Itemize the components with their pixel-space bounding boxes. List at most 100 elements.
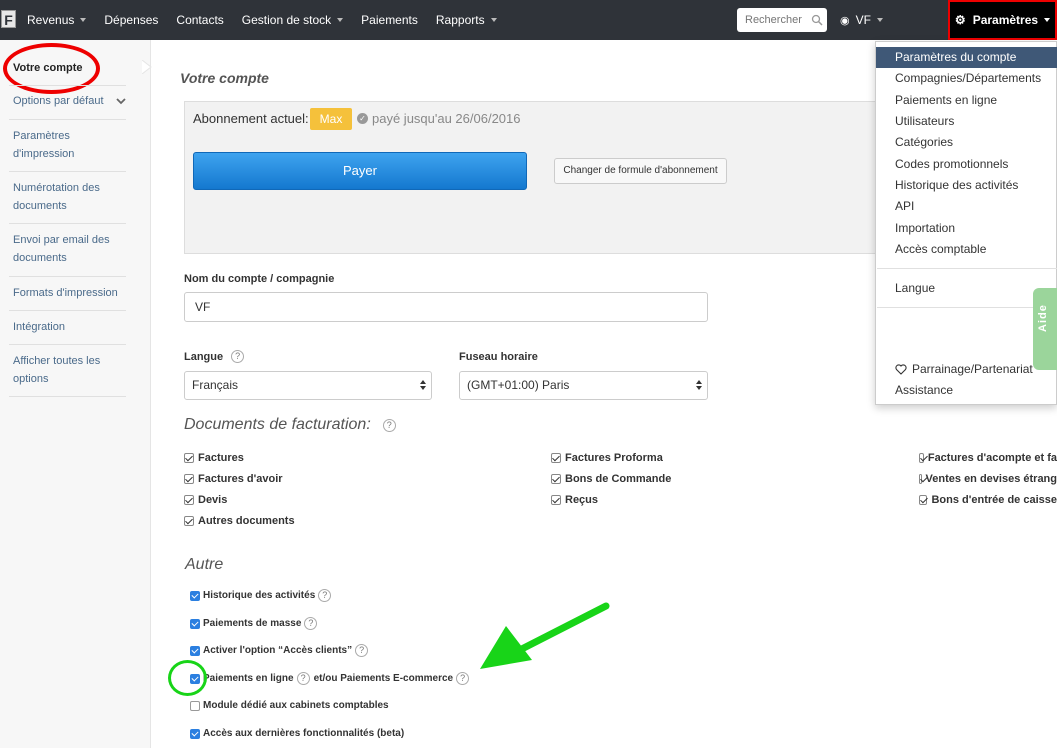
nav-contacts[interactable]: Contacts (167, 0, 232, 40)
menu-item-utilisateurs[interactable]: Utilisateurs (876, 111, 1057, 132)
checkbox-checked[interactable] (190, 618, 200, 629)
language-value: Français (192, 378, 239, 392)
checkbox-checked[interactable] (190, 590, 200, 601)
menu-item-langue[interactable]: Langue (876, 278, 1057, 299)
doc-checkbox[interactable]: Bons d'entrée de caisse (919, 494, 1057, 506)
menu-item-api[interactable]: API (876, 196, 1057, 217)
help-icon[interactable]: ? (382, 418, 396, 432)
menu-item-compagnies[interactable]: Compagnies/Départements (876, 68, 1057, 89)
help-icon[interactable]: ? (355, 644, 369, 657)
option-paiements-masse[interactable]: Paiements de masse? (190, 617, 318, 630)
menu-divider (877, 307, 1057, 308)
menu-item-parametres-compte[interactable]: Paramètres du compte (876, 47, 1057, 68)
option-acces-clients[interactable]: Activer l'option “Accès clients”? (190, 644, 369, 657)
doc-checkbox[interactable]: Factures Proforma (551, 452, 663, 464)
doc-checkbox[interactable]: Factures d'avoir (184, 473, 283, 485)
option-module-cabinets[interactable]: Module dédié aux cabinets comptables (190, 700, 389, 711)
help-icon[interactable]: ? (231, 350, 245, 363)
help-icon[interactable]: ? (456, 672, 470, 685)
doc-checkbox[interactable]: Autres documents (184, 515, 295, 527)
sidebar-item-impression[interactable]: Paramètres d'impression (13, 127, 126, 163)
doc-checkbox[interactable]: Bons de Commande (551, 473, 671, 485)
menu-item-categories[interactable]: Catégories (876, 132, 1057, 153)
doc-label: Reçus (565, 494, 599, 506)
checkbox[interactable] (551, 474, 561, 484)
checkbox[interactable] (184, 453, 194, 463)
menu-item-paiements-en-ligne[interactable]: Paiements en ligne (876, 90, 1057, 111)
nav-depenses[interactable]: Dépenses (95, 0, 167, 40)
paid-until: ✓ payé jusqu'au 26/06/2016 (357, 111, 521, 126)
doc-label: Ventes en devises étrang (925, 473, 1057, 485)
paid-until-text: payé jusqu'au 26/06/2016 (372, 111, 521, 126)
search-icon[interactable] (811, 14, 823, 26)
change-plan-button[interactable]: Changer de formule d'abonnement (554, 158, 727, 184)
option-beta[interactable]: Accès aux dernières fonctionnalités (bet… (190, 728, 404, 739)
menu-item-assistance[interactable]: Assistance (876, 380, 1057, 401)
search-box (737, 8, 827, 32)
app-logo[interactable]: F (1, 10, 16, 28)
annotation-green-circle (168, 660, 207, 696)
sidebar-item-toutes-options[interactable]: Afficher toutes les options (13, 352, 126, 388)
search-input[interactable] (745, 14, 813, 26)
sidebar-item-options-defaut[interactable]: Options par défaut (13, 92, 126, 110)
doc-checkbox[interactable]: Factures (184, 452, 244, 464)
doc-checkbox[interactable]: Ventes en devises étrang (919, 473, 1057, 485)
nav-label: Rapports (435, 13, 485, 27)
nav-gestion-stock[interactable]: Gestion de stock (233, 0, 352, 40)
top-navbar: F Revenus Dépenses Contacts Gestion de s… (0, 0, 1057, 40)
help-icon[interactable]: ? (296, 672, 310, 685)
billing-docs-title: Documents de facturation: ? (184, 416, 396, 434)
account-name-input[interactable]: VF (184, 292, 708, 322)
annotation-red-ellipse (3, 43, 100, 94)
user-menu[interactable]: ◉ VF (840, 0, 883, 40)
gear-icon: ⚙ (954, 13, 966, 27)
timezone-select[interactable]: (GMT+01:00) Paris (459, 371, 708, 400)
sidebar-item-envoi-email[interactable]: Envoi par email des documents (13, 231, 126, 267)
option-historique[interactable]: Historique des activités? (190, 589, 332, 602)
chevron-down-icon[interactable] (116, 96, 126, 106)
doc-checkbox[interactable]: Factures d'acompte et fa (919, 452, 1057, 464)
doc-label: Factures d'avoir (198, 473, 283, 485)
doc-checkbox[interactable]: Devis (184, 494, 227, 506)
nav-rapports[interactable]: Rapports (427, 0, 506, 40)
menu-item-acces-comptable[interactable]: Accès comptable (876, 239, 1057, 260)
checkbox-checked[interactable] (190, 645, 200, 656)
checkbox[interactable] (184, 516, 194, 526)
sidebar-item-numerotation[interactable]: Numérotation des documents (13, 179, 126, 215)
checkbox[interactable] (919, 474, 922, 484)
help-icon[interactable]: ? (318, 589, 332, 602)
settings-button[interactable]: ⚙ Paramètres (948, 0, 1057, 40)
checkbox[interactable] (551, 495, 561, 505)
menu-item-codes-promo[interactable]: Codes promotionnels (876, 154, 1057, 175)
page-title: Votre compte (180, 70, 269, 86)
sidebar-item-integration[interactable]: Intégration (13, 318, 126, 336)
nav-label: Revenus (27, 13, 75, 27)
sidebar-item-formats[interactable]: Formats d'impression (13, 284, 126, 302)
nav-revenus[interactable]: Revenus (18, 0, 95, 40)
help-tab[interactable]: Aide (1033, 288, 1057, 370)
sidebar-divider (9, 223, 126, 224)
doc-checkbox[interactable]: Reçus (551, 494, 598, 506)
menu-item-historique[interactable]: Historique des activités (876, 175, 1057, 196)
checkbox[interactable] (551, 453, 561, 463)
pay-button[interactable]: Payer (193, 152, 527, 190)
language-select[interactable]: Français (184, 371, 432, 400)
checkbox[interactable] (919, 495, 928, 505)
menu-item-parrainage[interactable]: Parrainage/Partenariat (876, 359, 1057, 380)
option-label: Paiements de masse (203, 618, 302, 629)
sidebar-pointer (142, 60, 152, 74)
checkbox[interactable] (919, 453, 924, 463)
checkbox[interactable] (184, 495, 194, 505)
help-icon[interactable]: ? (304, 617, 318, 630)
check-circle-icon: ✓ (357, 113, 368, 124)
checkbox[interactable] (184, 474, 194, 484)
option-paiements-en-ligne[interactable]: Paiements en ligne? et/ou Paiements E-com… (190, 672, 470, 685)
sidebar-divider (9, 276, 126, 277)
checkbox-unchecked[interactable] (190, 700, 200, 711)
doc-label: Devis (198, 494, 228, 506)
user-label: VF (855, 13, 871, 27)
checkbox-checked[interactable] (190, 728, 200, 739)
menu-item-importation[interactable]: Importation (876, 218, 1057, 239)
nav-paiements[interactable]: Paiements (352, 0, 427, 40)
timezone-label: Fuseau horaire (459, 351, 538, 363)
